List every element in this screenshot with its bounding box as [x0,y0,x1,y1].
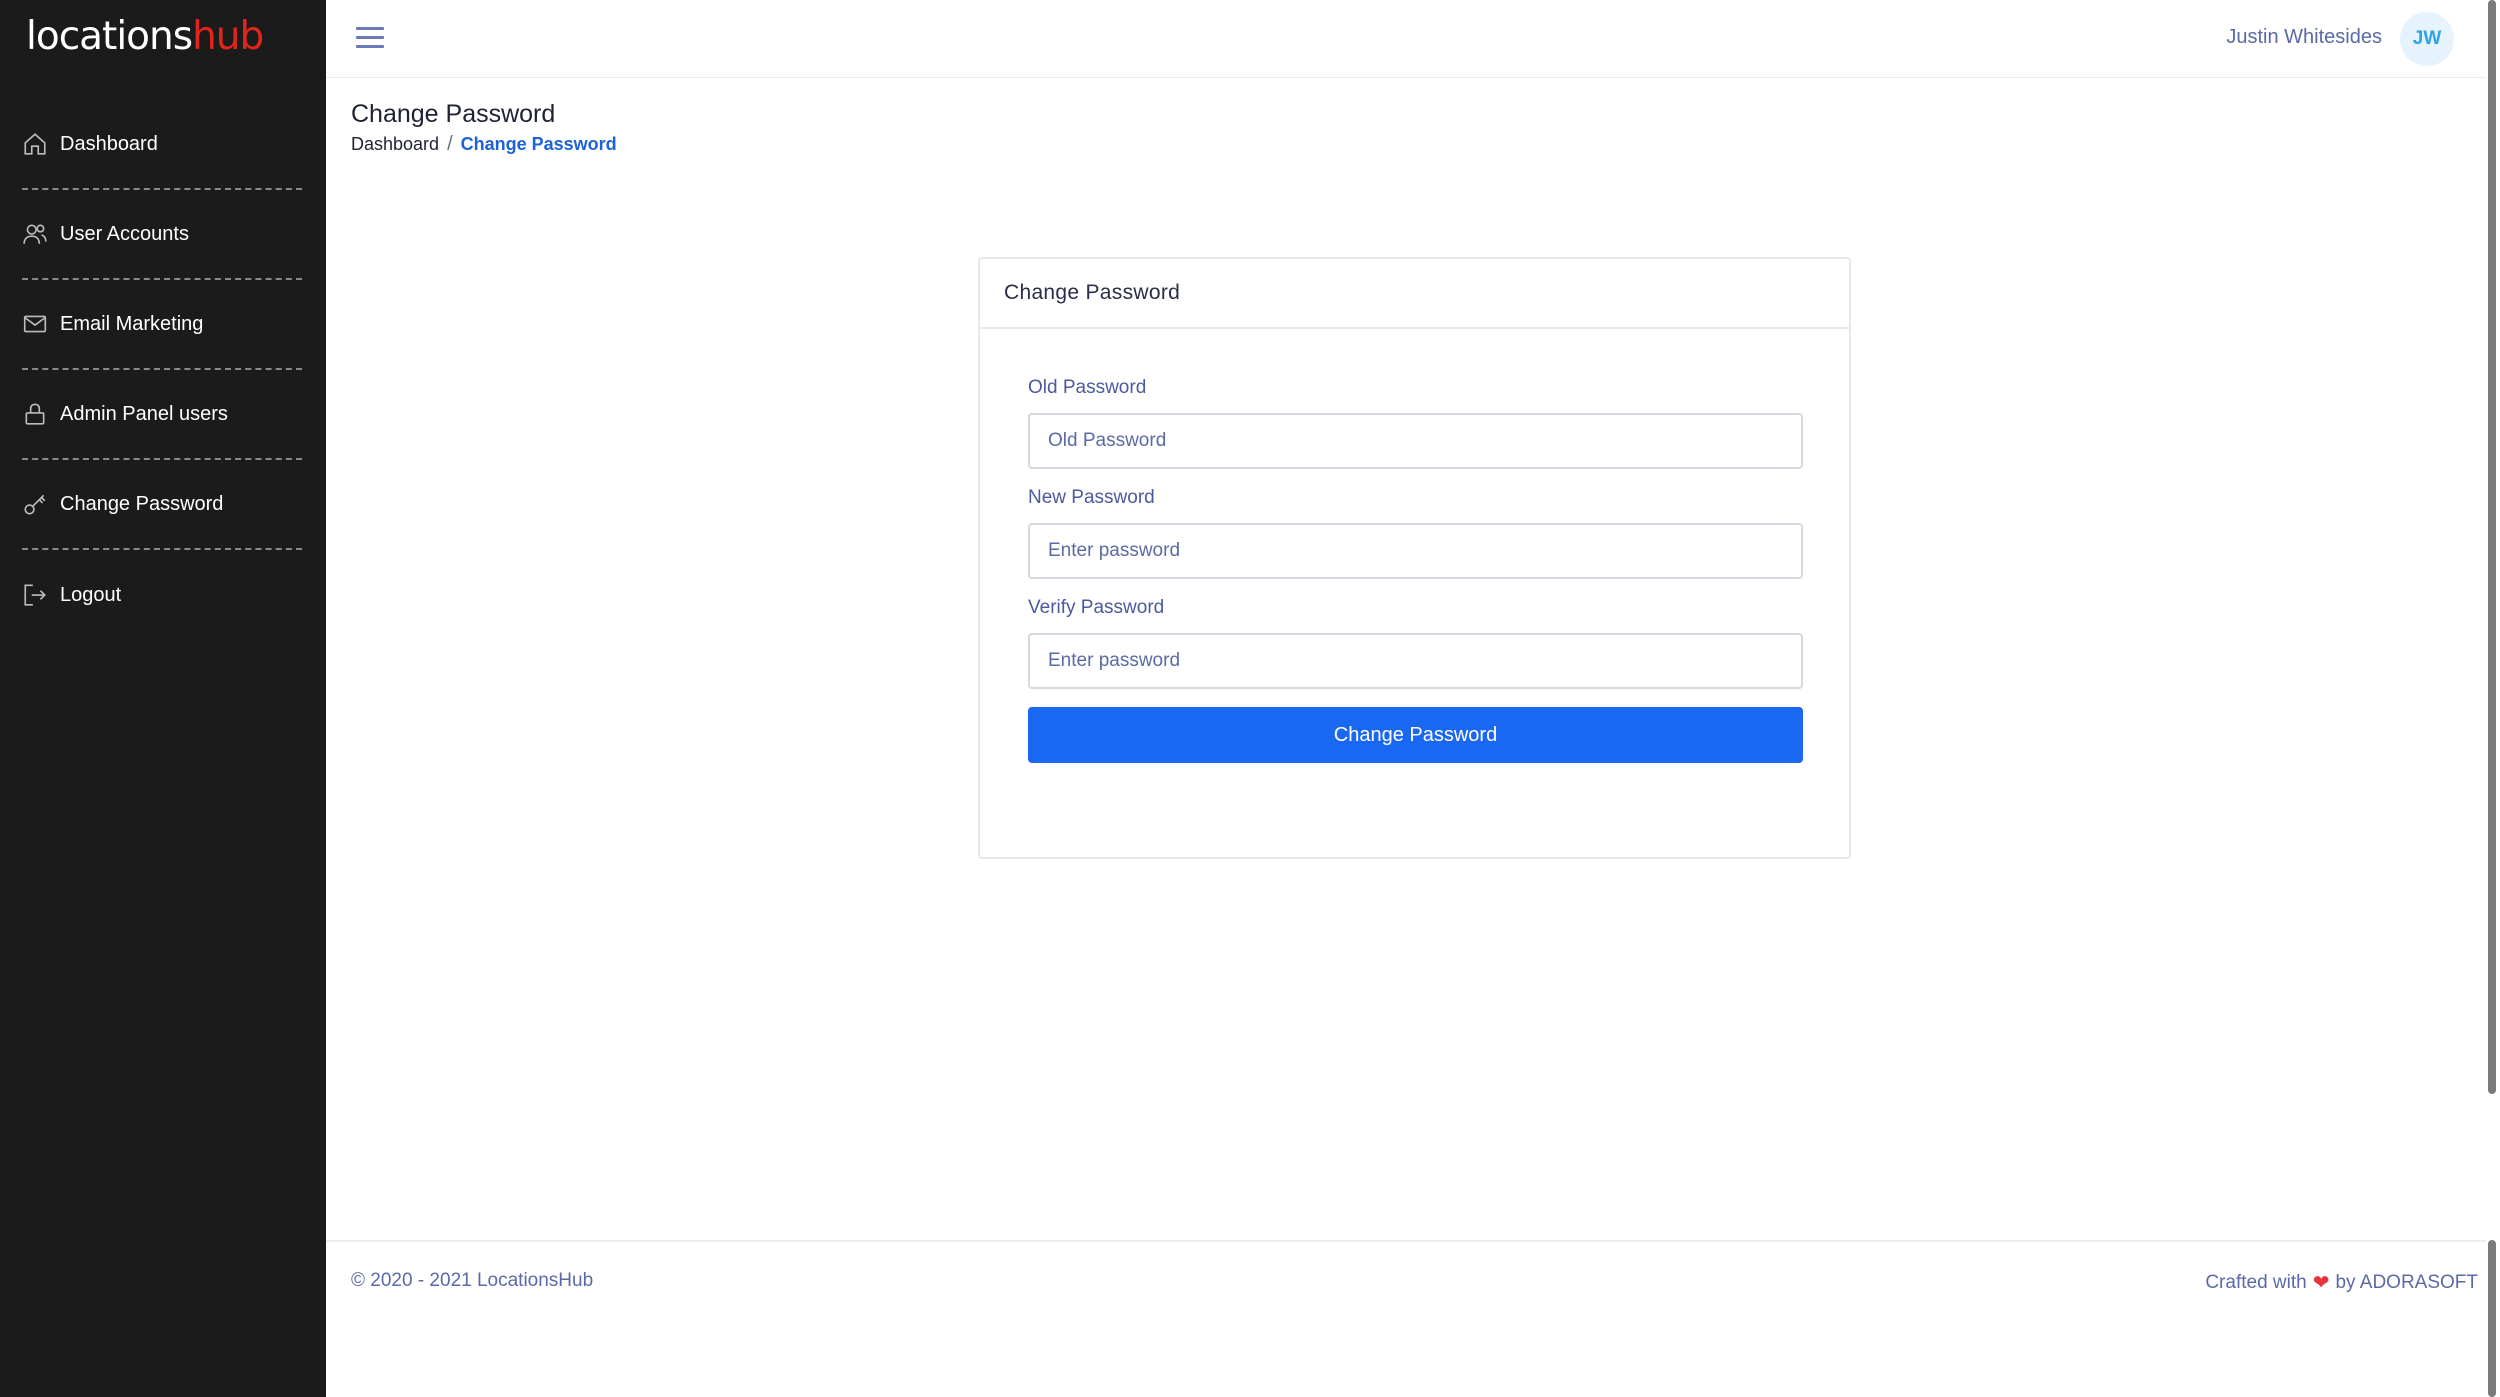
change-password-form: Old Password Old Password New Password E… [1028,377,1803,763]
home-icon [24,133,46,155]
change-password-button[interactable]: Change Password [1028,707,1803,763]
lock-icon [25,403,45,425]
sidebar: locations hub Dashboard User Accounts Ema… [0,0,326,1397]
new-password-label: New Password [1028,487,1155,508]
footer-credits: Crafted with ❤ by ADORASOFT [2205,1270,2478,1295]
sidebar-item-label: Dashboard [60,132,158,155]
sidebar-item-admin-panel-users[interactable]: Admin Panel users [22,370,302,460]
hamburger-menu-icon[interactable] [356,27,384,49]
sidebar-item-dashboard[interactable]: Dashboard [22,100,302,190]
breadcrumb-item-current: Change Password [460,134,617,154]
footer-scrollbar-thumb[interactable] [2488,1240,2496,1397]
verify-password-label: Verify Password [1028,597,1165,618]
page-title: Change Password [351,100,556,128]
breadcrumb: Dashboard / Change Password [351,133,617,156]
topbar: Justin Whitesides JW [326,0,2486,78]
sidebar-item-logout[interactable]: Logout [22,550,302,640]
brand-logo[interactable]: locations hub [26,14,264,64]
sidebar-item-label: User Accounts [60,222,189,245]
footer-copyright: © 2020 - 2021 LocationsHub [351,1270,594,1291]
key-icon [24,494,46,515]
old-password-label: Old Password [1028,377,1147,398]
users-icon [23,224,47,244]
sidebar-item-label: Logout [60,583,122,606]
avatar[interactable]: JW [2400,12,2454,66]
card-title: Change Password [1004,281,1181,304]
logout-icon [24,584,46,606]
footer: © 2020 - 2021 LocationsHub Crafted with … [326,1240,2486,1397]
old-password-input[interactable]: Old Password [1028,413,1803,469]
sidebar-item-label: Change Password [60,492,224,515]
new-password-input[interactable]: Enter password [1028,523,1803,579]
sidebar-nav: Dashboard User Accounts Email Marketing … [22,100,302,640]
sidebar-item-change-password[interactable]: Change Password [22,460,302,550]
sidebar-item-email-marketing[interactable]: Email Marketing [22,280,302,370]
sidebar-item-user-accounts[interactable]: User Accounts [22,190,302,280]
footer-crafted-prefix: Crafted with [2205,1271,2307,1293]
verify-password-input[interactable]: Enter password [1028,633,1803,689]
sidebar-item-label: Email Marketing [60,312,204,335]
user-name[interactable]: Justin Whitesides [2226,26,2382,49]
brand-logo-part2: hub [192,14,264,59]
mail-icon [23,315,47,333]
sidebar-item-label: Admin Panel users [60,402,228,425]
change-password-card: Change Password Old Password Old Passwor… [978,257,1851,859]
breadcrumb-item-dashboard[interactable]: Dashboard [351,134,439,155]
heart-icon: ❤ [2312,1272,2330,1294]
card-header: Change Password [980,259,1849,329]
breadcrumb-separator: / [447,133,453,155]
scrollbar-thumb[interactable] [2488,0,2496,1094]
footer-crafted-suffix[interactable]: by ADORASOFT [2335,1272,2478,1294]
brand-logo-part1: locations [26,14,193,59]
